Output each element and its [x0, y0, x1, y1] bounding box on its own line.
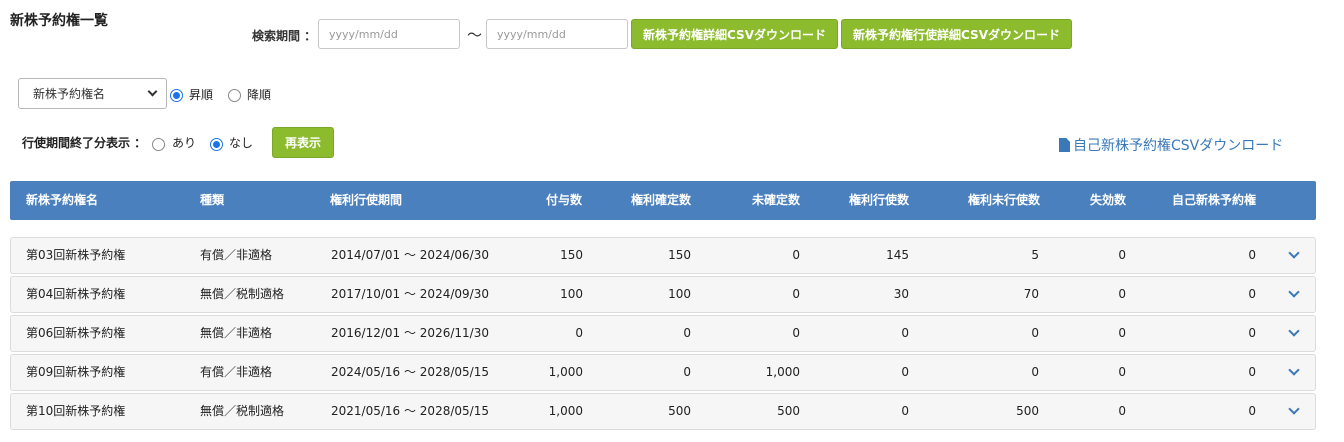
exercise-csv-download-button[interactable]: 新株予約権行使詳細CSVダウンロード	[841, 19, 1072, 49]
sort-field-selected: 新株予約権名	[33, 87, 106, 101]
header-unvested: 未確定数	[751, 193, 800, 207]
cell-name: 第06回新株予約権	[26, 326, 126, 340]
cell-granted: 1,000	[548, 404, 583, 418]
cell-type: 有償／非適格	[200, 248, 273, 262]
cell-forfeited: 0	[1118, 287, 1126, 301]
header-exercised: 権利行使数	[848, 193, 909, 207]
table-row[interactable]: 第06回新株予約権 無償／非適格 2016/12/01 ～ 2026/11/30…	[10, 315, 1316, 352]
cell-type: 無償／非適格	[200, 326, 273, 340]
sort-asc-radio[interactable]	[170, 89, 183, 102]
self-csv-download-label: 自己新株予約権CSVダウンロード	[1073, 138, 1284, 154]
cell-name: 第09回新株予約権	[26, 365, 126, 379]
table-row[interactable]: 第03回新株予約権 有償／非適格 2014/07/01 ～ 2024/06/30…	[10, 237, 1316, 274]
cell-unexercised: 0	[1031, 326, 1039, 340]
refresh-button[interactable]: 再表示	[272, 127, 334, 158]
expired-yes-label: あり	[172, 136, 197, 150]
page-title: 新株予約権一覧	[10, 13, 108, 29]
cell-treasury: 0	[1248, 365, 1256, 379]
expired-no-label: なし	[229, 136, 254, 150]
header-treasury: 自己新株予約権	[1171, 193, 1256, 207]
table-row[interactable]: 第10回新株予約権 無償／税制適格 2021/05/16 ～ 2028/05/1…	[10, 393, 1316, 430]
file-icon	[1059, 138, 1070, 152]
cell-exercised: 30	[893, 287, 909, 301]
header-forfeited: 失効数	[1089, 193, 1126, 207]
search-to-date-input[interactable]	[486, 19, 628, 49]
cell-period: 2016/12/01 ～ 2026/11/30	[331, 326, 489, 340]
cell-forfeited: 0	[1118, 404, 1126, 418]
cell-unexercised: 70	[1023, 287, 1039, 301]
cell-forfeited: 0	[1118, 365, 1126, 379]
table-row[interactable]: 第09回新株予約権 有償／非適格 2024/05/16 ～ 2028/05/15…	[10, 354, 1316, 391]
cell-forfeited: 0	[1118, 326, 1126, 340]
expired-no-radio[interactable]	[210, 138, 223, 151]
table-row[interactable]: 第04回新株予約権 無償／税制適格 2017/10/01 ～ 2024/09/3…	[10, 276, 1316, 313]
table-header: 新株予約権名 種類 権利行使期間 付与数 権利確定数 未確定数 権利行使数 権利…	[10, 181, 1316, 220]
search-from-date-input[interactable]	[318, 19, 460, 49]
cell-name: 第04回新株予約権	[26, 287, 126, 301]
sort-desc-label: 降順	[247, 88, 272, 102]
sort-asc-label: 昇順	[189, 88, 214, 102]
cell-type: 無償／税制適格	[200, 404, 285, 418]
expired-filter-label: 行使期間終了分表示 ：	[22, 136, 147, 150]
chevron-down-icon[interactable]	[1289, 289, 1299, 299]
cell-unvested: 0	[792, 326, 800, 340]
cell-type: 無償／税制適格	[200, 287, 285, 301]
sort-desc-radio[interactable]	[228, 89, 241, 102]
search-period-label: 検索期間 ：	[252, 29, 317, 43]
header-vested: 権利確定数	[630, 193, 691, 207]
header-unexercised: 権利未行使数	[967, 193, 1040, 207]
cell-granted: 0	[575, 326, 583, 340]
chevron-down-icon[interactable]	[1289, 250, 1299, 260]
chevron-down-icon[interactable]	[1289, 367, 1299, 377]
cell-treasury: 0	[1248, 326, 1256, 340]
cell-period: 2017/10/01 ～ 2024/09/30	[331, 287, 489, 301]
cell-period: 2024/05/16 ～ 2028/05/15	[331, 365, 489, 379]
cell-unvested: 0	[792, 287, 800, 301]
cell-vested: 150	[668, 248, 691, 262]
expired-yes-radio[interactable]	[152, 138, 165, 151]
cell-period: 2021/05/16 ～ 2028/05/15	[331, 404, 489, 418]
cell-name: 第10回新株予約権	[26, 404, 126, 418]
header-period: 権利行使期間	[330, 193, 403, 207]
cell-treasury: 0	[1248, 248, 1256, 262]
cell-treasury: 0	[1248, 404, 1256, 418]
cell-unvested: 500	[777, 404, 800, 418]
sort-field-select[interactable]: 新株予約権名	[18, 78, 167, 109]
header-granted: 付与数	[545, 193, 582, 207]
cell-unexercised: 5	[1031, 248, 1039, 262]
cell-exercised: 0	[901, 404, 909, 418]
cell-exercised: 0	[901, 365, 909, 379]
cell-unexercised: 0	[1031, 365, 1039, 379]
cell-vested: 0	[683, 326, 691, 340]
cell-exercised: 145	[886, 248, 909, 262]
detail-csv-download-button[interactable]: 新株予約権詳細CSVダウンロード	[631, 19, 838, 49]
self-csv-download-link[interactable]: 自己新株予約権CSVダウンロード	[1059, 135, 1283, 155]
cell-unexercised: 500	[1016, 404, 1039, 418]
cell-type: 有償／非適格	[200, 365, 273, 379]
cell-name: 第03回新株予約権	[26, 248, 126, 262]
cell-period: 2014/07/01 ～ 2024/06/30	[331, 248, 489, 262]
cell-exercised: 0	[901, 326, 909, 340]
cell-treasury: 0	[1248, 287, 1256, 301]
cell-unvested: 0	[792, 248, 800, 262]
cell-vested: 500	[668, 404, 691, 418]
cell-vested: 0	[683, 365, 691, 379]
cell-granted: 100	[560, 287, 583, 301]
cell-unvested: 1,000	[765, 365, 800, 379]
header-name: 新株予約権名	[26, 193, 99, 207]
header-type: 種類	[200, 193, 225, 207]
cell-granted: 150	[560, 248, 583, 262]
cell-granted: 1,000	[548, 365, 583, 379]
cell-vested: 100	[668, 287, 691, 301]
date-range-tilde: ～	[467, 26, 483, 44]
chevron-down-icon[interactable]	[1289, 328, 1299, 338]
chevron-down-icon	[147, 86, 158, 97]
cell-forfeited: 0	[1118, 248, 1126, 262]
chevron-down-icon[interactable]	[1289, 406, 1299, 416]
